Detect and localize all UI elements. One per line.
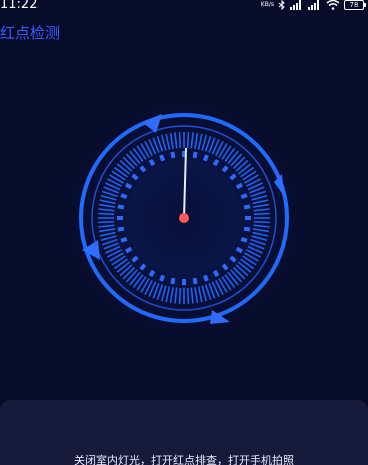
wifi-icon (326, 0, 340, 10)
page-title: 红点检测 (0, 24, 61, 42)
gauge-dash (148, 158, 156, 167)
gauge-dash (124, 246, 133, 254)
battery-level: 78 (349, 1, 359, 9)
gauge-dash (212, 269, 220, 278)
gauge-dash (159, 154, 166, 162)
detector-gauge (46, 80, 322, 356)
gauge-tick (186, 287, 190, 304)
center-dot (179, 213, 189, 223)
gauge-dash (159, 274, 166, 282)
gauge-dash (235, 246, 244, 254)
net-speed: KB/s (260, 1, 274, 8)
gauge-tick (178, 287, 182, 304)
gauge-tick (98, 220, 115, 224)
gauge-tick (178, 132, 182, 149)
gauge-dash (235, 182, 244, 190)
gauge-dash (170, 151, 176, 159)
gauge-dash (120, 193, 128, 200)
gauge-dash (212, 158, 220, 167)
gauge-dash (202, 154, 209, 162)
status-time: 11:22 (0, 0, 38, 12)
gauge-dash (148, 269, 156, 278)
gauge-dash (170, 277, 176, 285)
gauge-tick (98, 212, 115, 216)
signal-icon (290, 0, 301, 10)
status-bar: 11:22 KB/s 78 (0, 0, 368, 14)
battery-icon: 78 (344, 0, 366, 10)
gauge-tick (253, 220, 270, 224)
signal-icon-2 (308, 0, 319, 10)
gauge-dash (240, 193, 248, 200)
instruction-text: 关闭室内灯光，打开红点排查，打开手机拍照 (74, 454, 294, 465)
gauge-tick (253, 212, 270, 216)
bluetooth-icon (278, 0, 285, 10)
gauge-dash (192, 151, 198, 159)
gauge-dash (240, 236, 248, 243)
gauge-dash (202, 274, 209, 282)
status-icons: KB/s 78 (260, 0, 366, 10)
gauge-dash (120, 236, 128, 243)
gauge-tick (186, 132, 190, 149)
gauge-dash (117, 226, 125, 232)
gauge-dash (192, 277, 198, 285)
gauge-dash (243, 226, 251, 232)
gauge-dash (117, 204, 125, 210)
gauge-dash (124, 182, 133, 190)
gauge-dash (243, 204, 251, 210)
